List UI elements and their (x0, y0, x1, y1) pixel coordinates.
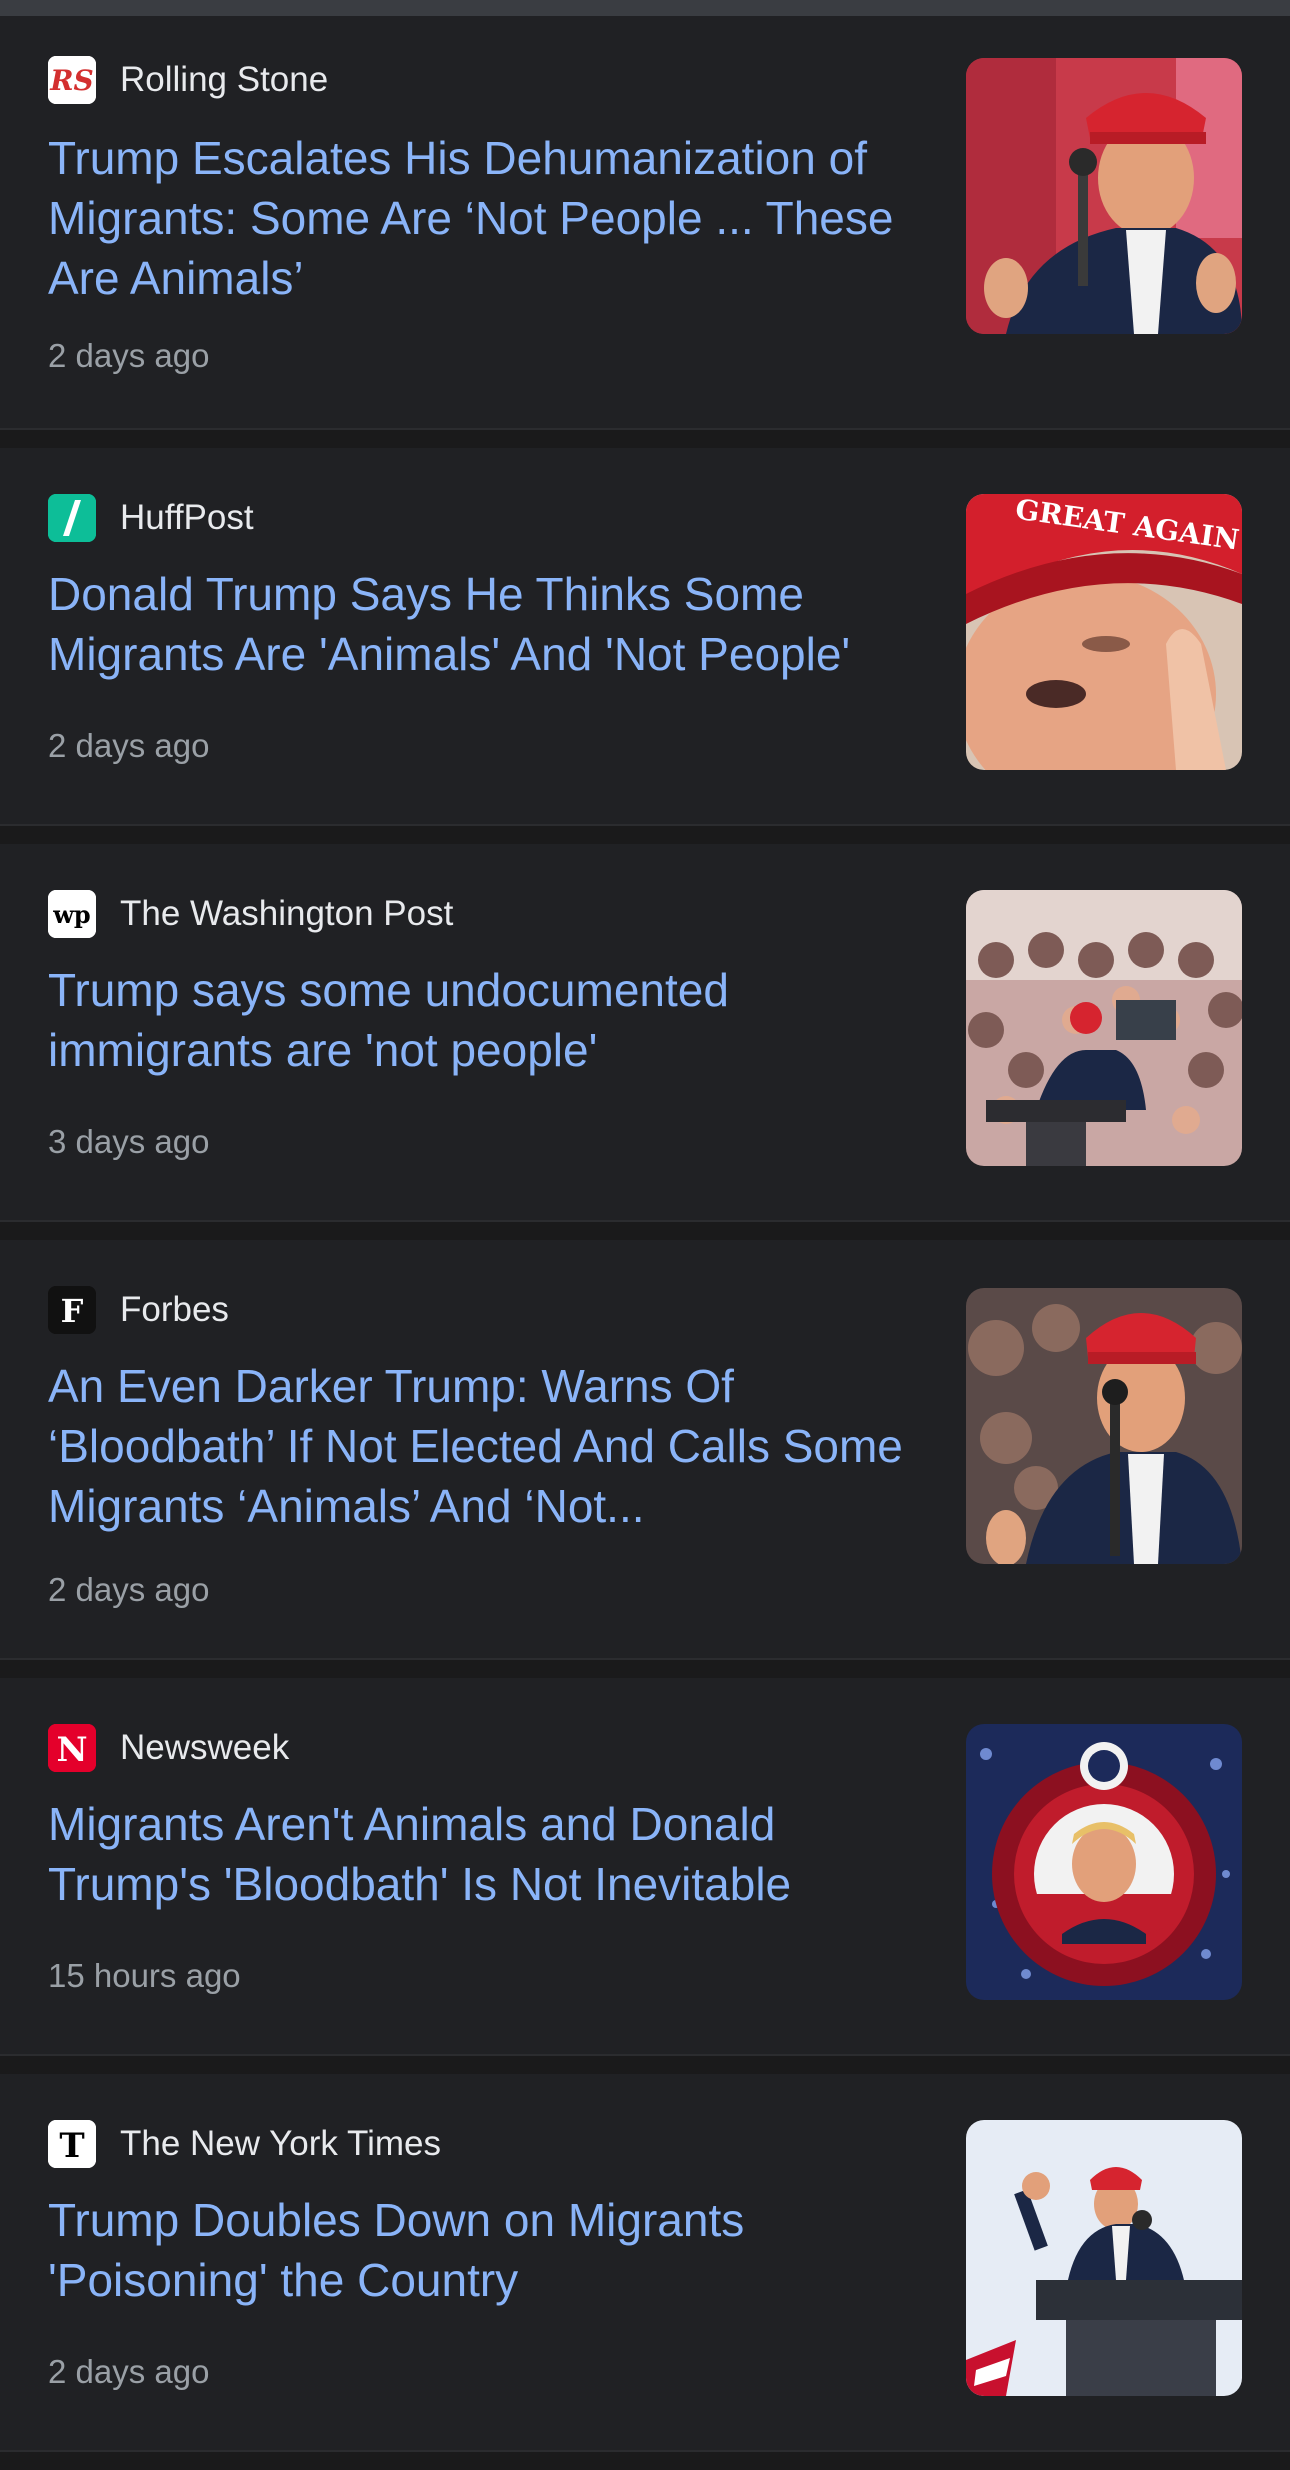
washington-post-logo-icon: wp (48, 890, 96, 938)
card-separator (0, 2452, 1290, 2470)
article-headline-link[interactable]: Trump Doubles Down on Migrants 'Poisonin… (48, 2190, 928, 2310)
card-separator (0, 430, 1290, 448)
article-thumbnail[interactable]: GREAT AGAIN (966, 494, 1242, 770)
source-name: The New York Times (120, 2124, 441, 2163)
svg-text:F: F (61, 1292, 84, 1330)
newsweek-logo-icon: N (48, 1724, 96, 1772)
article-timestamp: 2 days ago (48, 337, 210, 374)
source-row: T The New York Times (48, 2120, 441, 2168)
top-bar (0, 0, 1290, 16)
article-card[interactable]: N Newsweek Migrants Aren't Animals and D… (0, 1678, 1290, 2056)
source-name: Newsweek (120, 1728, 290, 1767)
card-separator (0, 1222, 1290, 1240)
source-row: N Newsweek (48, 1724, 289, 1772)
article-thumbnail[interactable] (966, 2120, 1242, 2396)
article-thumbnail[interactable] (966, 890, 1242, 1166)
article-headline-link[interactable]: Trump says some undocumented immigrants … (48, 960, 928, 1080)
article-headline-link[interactable]: Donald Trump Says He Thinks Some Migrant… (48, 564, 928, 684)
source-name: Forbes (120, 1290, 229, 1329)
card-separator (0, 1660, 1290, 1678)
article-headline-link[interactable]: Trump Escalates His Dehumanization of Mi… (48, 128, 928, 308)
source-row: F Forbes (48, 1286, 229, 1334)
article-thumbnail[interactable] (966, 58, 1242, 334)
article-card[interactable]: RS Rolling Stone Trump Escalates His Deh… (0, 16, 1290, 430)
card-separator (0, 826, 1290, 844)
article-timestamp: 2 days ago (48, 1571, 210, 1608)
svg-text:wp: wp (52, 900, 90, 929)
article-thumbnail[interactable] (966, 1724, 1242, 2000)
article-card[interactable]: F Forbes An Even Darker Trump: Warns Of … (0, 1240, 1290, 1660)
article-card[interactable]: HuffPost Donald Trump Says He Thinks Som… (0, 448, 1290, 826)
article-timestamp: 15 hours ago (48, 1957, 241, 1994)
news-feed: RS Rolling Stone Trump Escalates His Deh… (0, 16, 1290, 2470)
source-name: HuffPost (120, 498, 254, 537)
card-separator (0, 2056, 1290, 2074)
article-timestamp: 3 days ago (48, 1123, 210, 1160)
source-name: Rolling Stone (120, 60, 329, 99)
article-card[interactable]: wp The Washington Post Trump says some u… (0, 844, 1290, 1222)
article-thumbnail[interactable] (966, 1288, 1242, 1564)
svg-text:RS: RS (49, 64, 94, 97)
article-headline-link[interactable]: Migrants Aren't Animals and Donald Trump… (48, 1794, 928, 1914)
source-name: The Washington Post (120, 894, 454, 933)
huffpost-logo-icon (48, 494, 96, 542)
svg-text:N: N (56, 1730, 87, 1770)
forbes-logo-icon: F (48, 1286, 96, 1334)
source-row: wp The Washington Post (48, 890, 453, 938)
article-card[interactable]: T The New York Times Trump Doubles Down … (0, 2074, 1290, 2452)
article-timestamp: 2 days ago (48, 727, 210, 764)
article-headline-link[interactable]: An Even Darker Trump: Warns Of ‘Bloodbat… (48, 1356, 928, 1536)
new-york-times-logo-icon: T (48, 2120, 96, 2168)
article-timestamp: 2 days ago (48, 2353, 210, 2390)
svg-text:T: T (59, 2126, 84, 2166)
rolling-stone-logo-icon: RS (48, 56, 96, 104)
source-row: HuffPost (48, 494, 254, 542)
source-row: RS Rolling Stone (48, 56, 328, 104)
